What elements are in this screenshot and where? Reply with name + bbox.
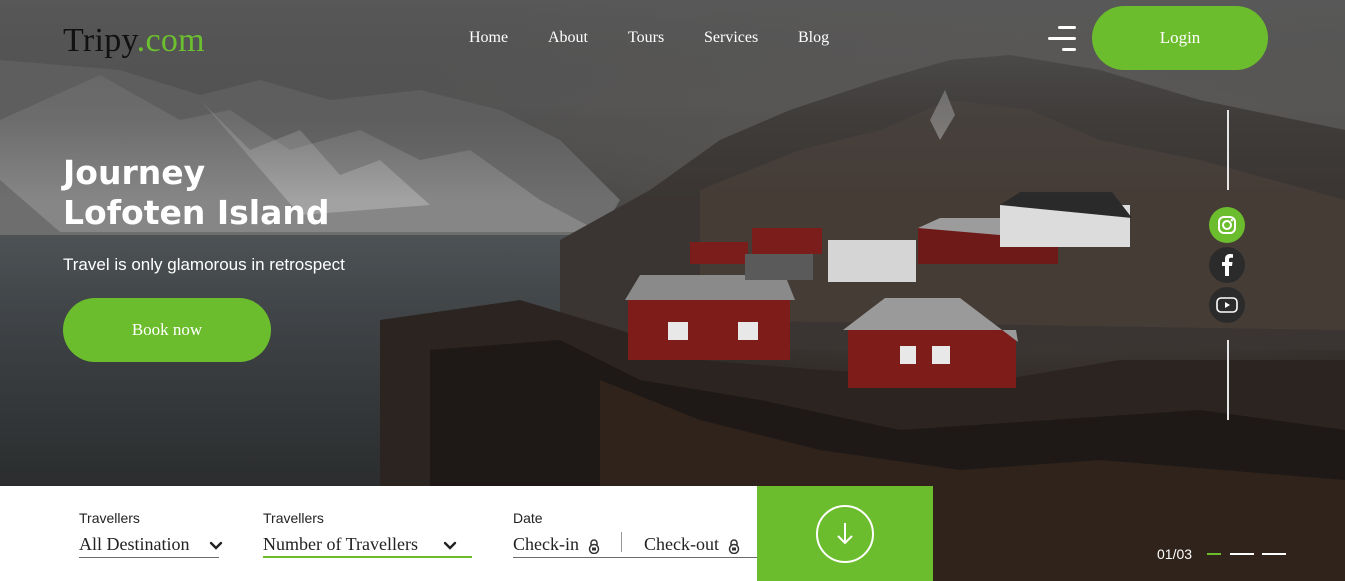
submit-circle xyxy=(816,504,874,563)
destination-underline xyxy=(79,557,219,558)
arrow-down-icon xyxy=(837,522,853,544)
chevron-down-icon[interactable] xyxy=(442,538,458,554)
nav-about[interactable]: About xyxy=(548,29,588,47)
nav-blog[interactable]: Blog xyxy=(798,29,829,47)
slide-dot-2[interactable] xyxy=(1230,553,1254,555)
date-separator xyxy=(621,532,622,552)
youtube-link[interactable] xyxy=(1209,287,1245,323)
social-divider-top xyxy=(1227,110,1229,190)
instagram-icon xyxy=(1218,216,1236,234)
calendar-lock-icon xyxy=(588,539,600,554)
nav-services[interactable]: Services xyxy=(704,29,758,47)
checkin-field[interactable]: Check-in xyxy=(513,534,579,555)
date-underline xyxy=(513,557,757,558)
checkout-field[interactable]: Check-out xyxy=(644,534,719,555)
slide-dot-1[interactable] xyxy=(1207,553,1221,555)
facebook-link[interactable] xyxy=(1209,247,1245,283)
book-now-button[interactable]: Book now xyxy=(63,298,271,362)
facebook-icon xyxy=(1222,254,1233,276)
slide-indicator: 01/03 xyxy=(1157,546,1193,562)
travellers-select[interactable]: Number of Travellers xyxy=(263,534,418,555)
chevron-down-icon[interactable] xyxy=(208,538,224,554)
brand-logo[interactable]: Tripy.com xyxy=(63,22,205,60)
hero-title: Journey Lofoten Island xyxy=(63,153,329,233)
search-submit-button[interactable] xyxy=(757,486,933,581)
destination-label: Travellers xyxy=(79,510,140,526)
destination-select[interactable]: All Destination xyxy=(79,534,190,555)
instagram-link[interactable] xyxy=(1209,207,1245,243)
social-divider-bottom xyxy=(1227,340,1229,420)
date-label: Date xyxy=(513,510,543,526)
travellers-label: Travellers xyxy=(263,510,324,526)
brand-name: Tripy xyxy=(63,22,137,59)
nav-tours[interactable]: Tours xyxy=(628,29,664,47)
hero-title-line2: Lofoten Island xyxy=(63,193,330,232)
slide-dot-3[interactable] xyxy=(1262,553,1286,555)
hero-subtitle: Travel is only glamorous in retrospect xyxy=(63,255,345,274)
nav-home[interactable]: Home xyxy=(469,29,508,47)
brand-suffix: .com xyxy=(136,22,205,59)
travellers-underline xyxy=(263,556,472,558)
hero-title-line1: Journey xyxy=(63,153,206,192)
calendar-lock-icon xyxy=(728,539,740,554)
login-button[interactable]: Login xyxy=(1092,6,1268,70)
hamburger-menu-icon[interactable] xyxy=(1046,24,1076,54)
youtube-icon xyxy=(1216,297,1238,313)
